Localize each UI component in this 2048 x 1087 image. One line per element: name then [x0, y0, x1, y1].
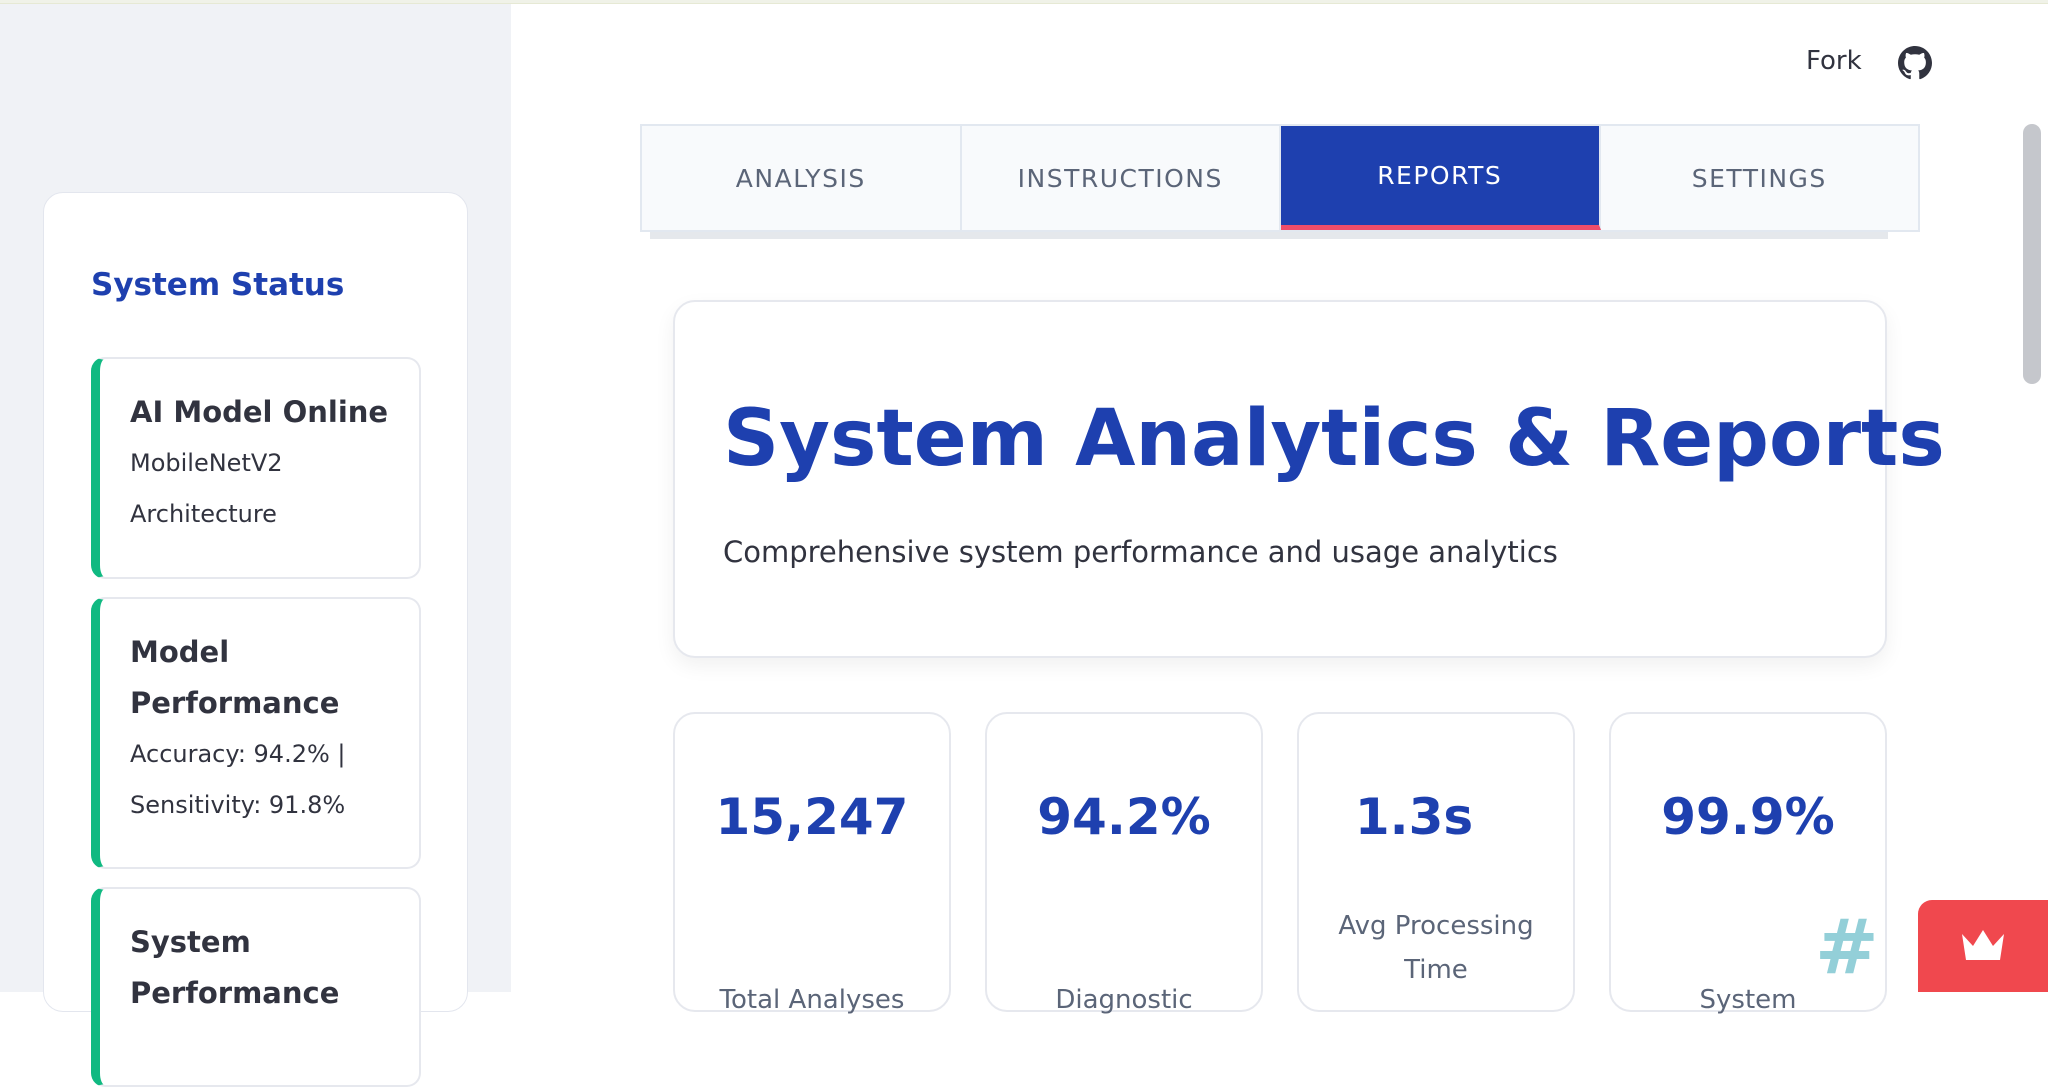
metric-card-total-analyses: 15,247 Total Analyses — [673, 712, 951, 1015]
page-title: System Analytics & Reports — [723, 394, 1945, 484]
status-item-title: AI Model Online — [130, 395, 389, 429]
hash-icon[interactable]: # — [1815, 909, 1879, 985]
system-status-card: System Status AI Model Online MobileNetV… — [43, 192, 468, 1087]
metric-value: 94.2% — [1037, 788, 1211, 846]
metric-card-avg-processing-time: 1.3s Avg Processing Time — [1297, 712, 1575, 1012]
metric-label: Diagnostic — [1055, 985, 1193, 1015]
status-item-title: Performance — [130, 686, 340, 720]
status-item-model-performance: Model Performance Accuracy: 94.2% | Sens… — [91, 597, 421, 869]
metric-label: Total Analyses — [719, 985, 905, 1015]
metric-label: Avg Processing Time — [1338, 911, 1534, 985]
tab-reports[interactable]: REPORTS — [1281, 126, 1601, 230]
status-item-text: MobileNetV2 — [130, 449, 283, 477]
metric-value: 1.3s — [1354, 788, 1474, 846]
scrollbar-thumb[interactable] — [2023, 124, 2041, 384]
github-icon[interactable] — [1898, 46, 1932, 80]
status-item-title: System — [130, 925, 251, 959]
status-item-text: Accuracy: 94.2% | — [130, 740, 346, 768]
status-item-text: Sensitivity: 91.8% — [130, 791, 346, 819]
status-item-system-performance: System Performance — [91, 887, 421, 1087]
sidebar: System Status AI Model Online MobileNetV… — [0, 4, 511, 1087]
page-subtitle: Comprehensive system performance and usa… — [723, 535, 1558, 569]
metric-card-diagnostic: 94.2% Diagnostic — [985, 712, 1263, 1015]
main-tabs: ANALYSIS INSTRUCTIONS REPORTS SETTINGS — [640, 124, 1920, 232]
crown-button[interactable] — [1918, 900, 2048, 992]
status-item-title: Model — [130, 635, 230, 669]
tab-instructions[interactable]: INSTRUCTIONS — [962, 126, 1281, 230]
reports-hero-card: System Analytics & Reports Comprehensive… — [673, 300, 1945, 658]
tab-settings[interactable]: SETTINGS — [1601, 126, 1919, 230]
status-item-title: Performance — [130, 976, 340, 1010]
metric-value: 15,247 — [715, 788, 909, 846]
fork-link[interactable]: Fork — [1806, 46, 1862, 76]
tab-analysis[interactable]: ANALYSIS — [642, 126, 962, 230]
crown-icon — [1962, 930, 2004, 960]
tabs-divider — [650, 232, 1888, 239]
status-item-text: Architecture — [130, 500, 277, 528]
system-status-title: System Status — [91, 267, 345, 303]
metric-value: 99.9% — [1661, 788, 1835, 846]
status-item-ai-model: AI Model Online MobileNetV2 Architecture — [91, 357, 421, 579]
